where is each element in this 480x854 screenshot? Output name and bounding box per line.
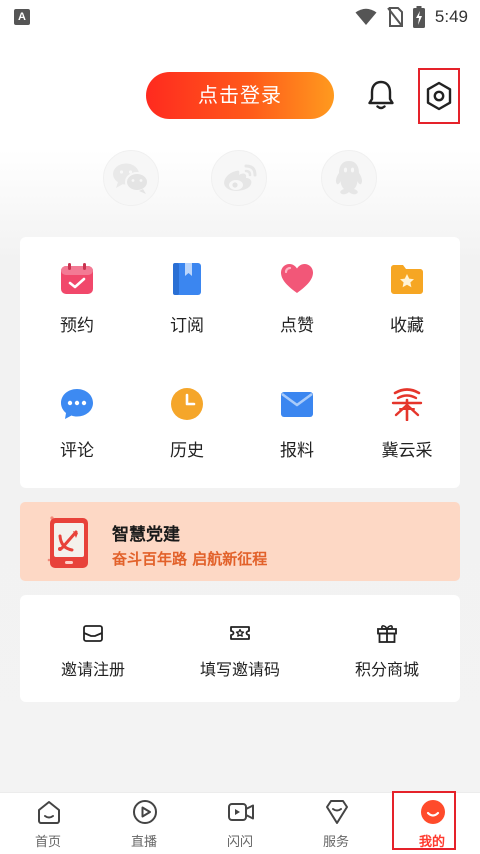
nav-home[interactable]: 首页 [0, 793, 96, 854]
grid-item-jiyuncai[interactable]: 冀云采 [352, 362, 462, 472]
battery-charging-icon [412, 6, 425, 28]
grid-label: 预约 [60, 316, 94, 336]
invite-card: 邀请注册 填写邀请码 积分商城 [20, 595, 460, 702]
points-mall-button[interactable]: 积分商城 [334, 595, 440, 702]
bookmark-book-icon [173, 263, 201, 295]
nav-me-highlight [392, 791, 456, 850]
invite-label: 积分商城 [354, 660, 419, 679]
nav-label: 直播 [130, 835, 157, 850]
gift-icon [377, 625, 397, 643]
grid-label: 点赞 [280, 316, 314, 336]
nav-label: 服务 [322, 835, 349, 850]
ticket-star-icon [230, 626, 250, 640]
play-circle-icon [133, 800, 157, 824]
wechat-icon [113, 163, 149, 194]
grid-label: 报料 [280, 441, 314, 461]
grid-item-history[interactable]: 历史 [132, 362, 242, 472]
clock-icon [171, 388, 203, 420]
qq-login-button[interactable] [321, 150, 377, 206]
nav-service[interactable]: 服务 [288, 793, 384, 854]
grid-label: 收藏 [390, 316, 424, 336]
grid-item-report[interactable]: 报料 [242, 362, 352, 472]
status-bar: A 5:49 [0, 0, 480, 34]
invite-register-button[interactable]: 邀请注册 [40, 595, 146, 702]
bell-icon[interactable] [364, 78, 398, 112]
app-notification-icon: A [14, 9, 30, 25]
video-camera-icon [228, 803, 254, 821]
invite-label: 填写邀请码 [199, 660, 280, 679]
grid-item-comment[interactable]: 评论 [22, 362, 132, 472]
feature-grid-card: 预约 订阅 点赞 收藏 评论 历史 报料 冀云采 [20, 237, 460, 488]
grid-label: 评论 [60, 441, 94, 461]
diamond-service-icon [326, 800, 348, 824]
login-button[interactable]: 点击登录 [146, 72, 334, 119]
smart-party-building-banner[interactable]: 智慧党建 奋斗百年路 启航新征程 [20, 502, 460, 581]
nav-label: 闪闪 [226, 835, 253, 850]
grid-item-subscribe[interactable]: 订阅 [132, 237, 242, 347]
status-time: 5:49 [434, 7, 468, 26]
star-folder-icon [391, 265, 423, 294]
envelope-icon [281, 392, 313, 417]
party-banner-title: 智慧党建 [112, 525, 180, 545]
invite-label: 邀请注册 [60, 660, 125, 679]
weibo-icon [224, 164, 257, 191]
settings-button[interactable] [418, 68, 460, 124]
grid-label: 历史 [170, 441, 204, 461]
calendar-check-icon [61, 263, 93, 294]
nav-shanshan[interactable]: 闪闪 [192, 793, 288, 854]
status-icons: 5:49 [355, 5, 468, 29]
wechat-login-button[interactable] [103, 150, 159, 206]
jiyuncai-logo-icon [391, 388, 423, 421]
grid-label: 冀云采 [381, 441, 433, 461]
nav-live[interactable]: 直播 [96, 793, 192, 854]
wifi-icon [355, 8, 377, 25]
grid-label: 订阅 [170, 316, 204, 336]
weibo-login-button[interactable] [211, 150, 267, 206]
party-emblem-phone-icon [47, 516, 88, 568]
mail-icon [83, 625, 103, 642]
enter-invite-code-button[interactable]: 填写邀请码 [182, 595, 298, 702]
grid-item-reservation[interactable]: 预约 [22, 237, 132, 347]
qq-icon [335, 161, 363, 195]
grid-item-favorites[interactable]: 收藏 [352, 237, 462, 347]
settings-hexagon-icon [426, 81, 452, 111]
nav-label: 首页 [34, 835, 61, 850]
comment-bubble-icon [61, 389, 93, 419]
grid-item-like[interactable]: 点赞 [242, 237, 352, 347]
heart-icon [281, 264, 313, 293]
party-banner-subtitle: 奋斗百年路 启航新征程 [112, 550, 268, 568]
home-icon [38, 801, 60, 824]
no-sim-icon [387, 7, 403, 27]
